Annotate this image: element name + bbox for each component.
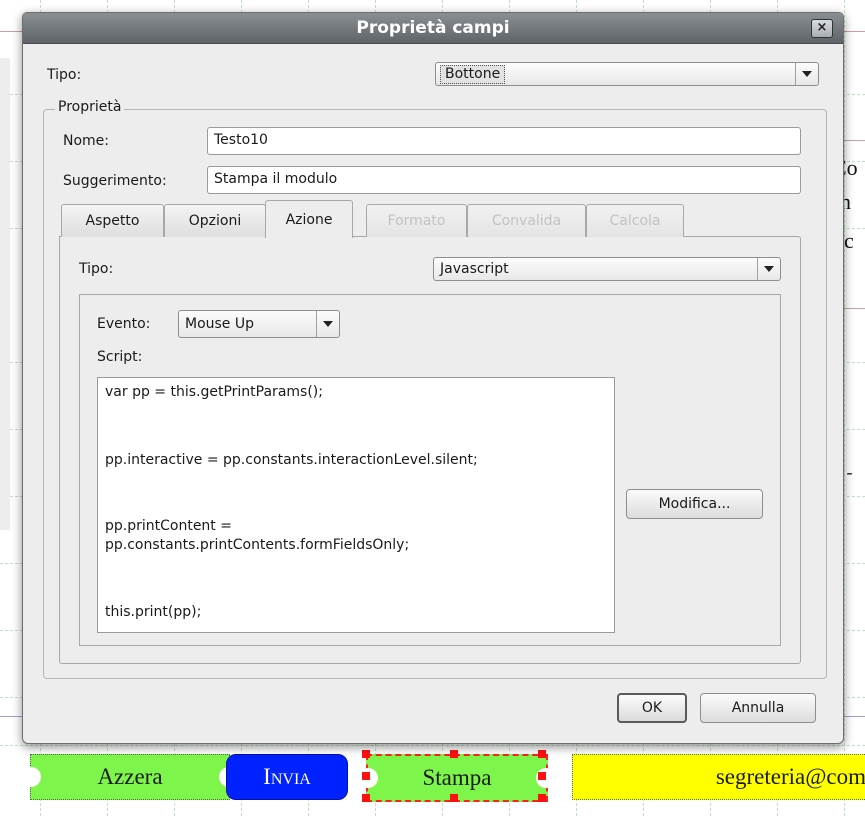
name-field[interactable]: Testo10	[207, 127, 801, 155]
doc-text-fragment: c	[844, 228, 854, 253]
grid-line	[844, 0, 845, 816]
email-form-field[interactable]: segreteria@com	[572, 754, 865, 800]
tooltip-label: Suggerimento:	[63, 173, 167, 189]
resize-handle[interactable]	[362, 794, 370, 802]
dialog-title: Proprietà campi	[356, 18, 510, 38]
event-select-value: Mouse Up	[185, 316, 255, 332]
resize-handle[interactable]	[538, 794, 546, 802]
script-line: var pp = this.getPrintParams();	[105, 384, 323, 400]
tab-appearance[interactable]: Aspetto	[61, 204, 164, 237]
ruler-strip	[0, 58, 10, 530]
script-line: pp.interactive = pp.constants.interactio…	[105, 452, 478, 468]
cancel-button[interactable]: Annulla	[700, 693, 816, 723]
grid-line	[0, 745, 865, 746]
resize-handle[interactable]	[362, 772, 370, 780]
chevron-down-icon	[795, 63, 818, 85]
dialog-titlebar[interactable]: Proprietà campi ×	[23, 13, 843, 44]
type-select-value: Bottone	[440, 65, 506, 84]
tooltip-field[interactable]: Stampa il modulo	[207, 166, 801, 194]
azzera-label: Azzera	[97, 764, 163, 789]
action-type-select[interactable]: Javascript	[433, 257, 781, 281]
action-type-label: Tipo:	[79, 261, 114, 277]
tab-format: Formato	[366, 204, 467, 237]
chevron-down-icon	[757, 258, 780, 280]
resize-handle[interactable]	[450, 794, 458, 802]
event-label: Evento:	[97, 316, 151, 332]
invia-label: Invia	[263, 764, 311, 789]
event-select[interactable]: Mouse Up	[178, 310, 340, 338]
action-type-value: Javascript	[440, 261, 509, 277]
script-line: pp.printContent =	[105, 518, 232, 534]
chevron-down-icon	[316, 311, 339, 337]
tab-options[interactable]: Opzioni	[164, 204, 266, 237]
tab-calculate: Calcola	[586, 204, 684, 237]
tab-validate: Convalida	[467, 204, 586, 237]
script-textarea[interactable]: var pp = this.getPrintParams(); pp.inter…	[97, 377, 615, 633]
script-line: pp.constants.printContents.formFieldsOnl…	[105, 537, 410, 553]
close-icon[interactable]: ×	[811, 19, 833, 38]
type-label: Tipo:	[47, 67, 82, 83]
script-line: this.print(pp);	[105, 604, 202, 620]
stampa-label: Stampa	[422, 765, 492, 790]
type-select[interactable]: Bottone	[435, 62, 819, 86]
tab-action[interactable]: Azione	[265, 200, 353, 238]
script-label: Script:	[97, 349, 143, 365]
resize-handle[interactable]	[538, 750, 546, 758]
field-properties-dialog: Proprietà campi × Tipo: Bottone Propriet…	[22, 12, 844, 744]
invia-form-button[interactable]: Invia	[226, 754, 348, 800]
resize-handle[interactable]	[538, 772, 546, 780]
ok-button[interactable]: OK	[617, 693, 687, 723]
azzera-form-button[interactable]: Azzera	[21, 754, 239, 800]
edit-script-button[interactable]: Modifica...	[626, 489, 763, 519]
resize-handle[interactable]	[450, 750, 458, 758]
resize-handle[interactable]	[362, 750, 370, 758]
email-label: segreteria@com	[715, 764, 865, 789]
name-label: Nome:	[63, 133, 110, 149]
properties-legend: Proprietà	[55, 99, 125, 115]
